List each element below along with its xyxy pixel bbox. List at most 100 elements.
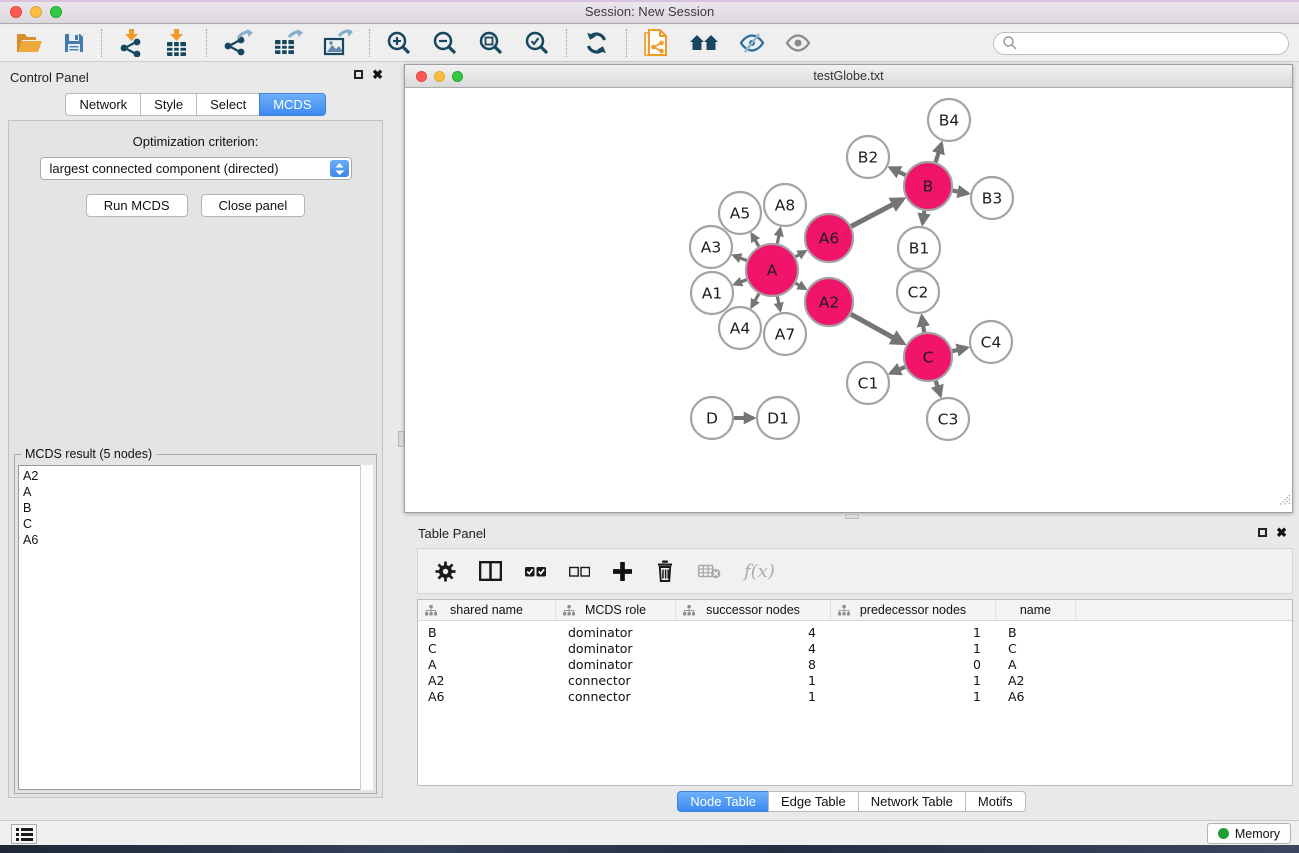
graph-edge-A-A4[interactable] <box>752 294 759 307</box>
table-options-gear-icon[interactable] <box>435 561 456 582</box>
graph-node-B2[interactable]: B2 <box>847 136 889 178</box>
network-canvas[interactable]: A5A8 A3A1A4A7 AA6 A2 B B1 B2 B3B4 C C1 C2 C3C4 D D1 <box>405 88 1292 512</box>
open-session-file-icon[interactable] <box>643 28 669 58</box>
float-table-panel-icon[interactable] <box>1258 528 1267 537</box>
graph-edge-B-B4[interactable] <box>936 144 942 162</box>
criterion-dropdown[interactable]: largest connected component (directed) <box>40 157 352 180</box>
table-row[interactable]: Cdominator41C <box>418 640 1292 656</box>
column-header-name[interactable]: name <box>996 600 1076 620</box>
graph-node-A4[interactable]: A4 <box>719 307 761 349</box>
memory-button[interactable]: Memory <box>1207 823 1291 844</box>
tab-network[interactable]: Network <box>65 93 141 116</box>
task-history-button[interactable] <box>11 824 37 844</box>
graph-node-B4[interactable]: B4 <box>928 99 970 141</box>
graph-node-A5[interactable]: A5 <box>719 192 761 234</box>
vertical-splitter-handle[interactable] <box>398 431 404 447</box>
graph-edge-C-C3[interactable] <box>936 381 941 396</box>
graph-node-D[interactable]: D <box>691 397 733 439</box>
export-table-icon[interactable] <box>273 29 303 57</box>
refresh-icon[interactable] <box>583 30 610 56</box>
graph-node-A8[interactable]: A8 <box>764 184 806 226</box>
mcds-result-item[interactable]: A <box>23 484 372 500</box>
table-row[interactable]: A6connector11A6 <box>418 688 1292 704</box>
tab-motifs[interactable]: Motifs <box>965 791 1026 812</box>
graph-edge-A2-C[interactable] <box>851 314 903 343</box>
graph-node-B1[interactable]: B1 <box>898 227 940 269</box>
graph-edge-C-C1[interactable] <box>891 367 905 373</box>
export-network-icon[interactable] <box>223 29 253 57</box>
mcds-result-item[interactable]: B <box>23 500 372 516</box>
unselect-all-columns-icon[interactable] <box>569 566 590 577</box>
delete-column-trash-icon[interactable] <box>655 560 675 582</box>
tab-style[interactable]: Style <box>140 93 197 116</box>
zoom-in-icon[interactable] <box>386 30 412 56</box>
graph-node-A[interactable]: A <box>746 244 798 296</box>
graph-node-A6[interactable]: A6 <box>805 214 853 262</box>
zoom-out-icon[interactable] <box>432 30 458 56</box>
tab-node-table[interactable]: Node Table <box>677 791 769 812</box>
graph-edge-A-A5[interactable] <box>752 234 759 246</box>
graph-node-A2[interactable]: A2 <box>805 278 853 326</box>
float-panel-icon[interactable] <box>354 70 363 79</box>
graph-node-D1[interactable]: D1 <box>757 397 799 439</box>
graph-node-C2[interactable]: C2 <box>897 271 939 313</box>
tab-network-table[interactable]: Network Table <box>858 791 966 812</box>
select-all-columns-icon[interactable] <box>525 566 546 577</box>
create-column-plus-icon[interactable] <box>613 562 632 581</box>
graph-edge-A-A2[interactable] <box>796 283 806 289</box>
graph-edge-B-B1[interactable] <box>923 211 925 224</box>
function-builder-icon[interactable]: f(x) <box>744 561 775 582</box>
zoom-fit-icon[interactable] <box>478 30 504 56</box>
graph-edge-A-A7[interactable] <box>777 296 780 310</box>
run-mcds-button[interactable]: Run MCDS <box>86 194 188 217</box>
graph-edge-A-A3[interactable] <box>734 255 747 260</box>
table-row[interactable]: A2connector11A2 <box>418 672 1292 688</box>
tab-select[interactable]: Select <box>196 93 260 116</box>
graph-edge-C-C2[interactable] <box>922 317 924 333</box>
window-resize-grip[interactable] <box>1277 492 1291 511</box>
search-input[interactable] <box>1018 36 1280 50</box>
graph-node-A7[interactable]: A7 <box>764 313 806 355</box>
tab-edge-table[interactable]: Edge Table <box>768 791 859 812</box>
column-header-mcds-role[interactable]: MCDS role <box>556 600 676 620</box>
show-panel-eye-icon[interactable] <box>785 31 811 55</box>
horizontal-splitter-handle[interactable] <box>845 514 859 519</box>
graph-node-C[interactable]: C <box>904 333 952 381</box>
close-panel-button[interactable]: Close panel <box>201 194 306 217</box>
table-row[interactable]: Bdominator41B <box>418 624 1292 640</box>
graph-edge-A-A6[interactable] <box>796 251 806 257</box>
column-header-successor-nodes[interactable]: successor nodes <box>676 600 831 620</box>
close-panel-icon[interactable]: ✖ <box>372 69 383 80</box>
export-image-icon[interactable] <box>323 29 353 57</box>
graph-edge-B-B2[interactable] <box>890 168 905 175</box>
result-scrollbar[interactable] <box>360 465 373 790</box>
mcds-result-item[interactable]: C <box>23 516 372 532</box>
graph-edge-A-A1[interactable] <box>734 280 746 285</box>
graph-edge-A6-B[interactable] <box>851 199 903 226</box>
import-network-icon[interactable] <box>118 29 144 57</box>
home-networks-icon[interactable] <box>689 32 719 54</box>
save-session-icon[interactable] <box>63 32 85 54</box>
tab-mcds[interactable]: MCDS <box>259 93 325 116</box>
search-box[interactable] <box>993 32 1289 55</box>
zoom-selected-icon[interactable] <box>524 30 550 56</box>
mcds-result-item[interactable]: A2 <box>23 468 372 484</box>
graph-node-C1[interactable]: C1 <box>847 362 889 404</box>
graph-node-B[interactable]: B <box>904 162 952 210</box>
column-header-shared-name[interactable]: shared name <box>418 600 556 620</box>
graph-edge-A-A8[interactable] <box>777 229 780 244</box>
graph-node-C4[interactable]: C4 <box>970 321 1012 363</box>
mcds-result-item[interactable]: A6 <box>23 532 372 548</box>
show-column-icon[interactable] <box>479 561 502 581</box>
hide-panel-eye-icon[interactable] <box>739 31 765 55</box>
column-header-predecessor-nodes[interactable]: predecessor nodes <box>831 600 996 620</box>
import-table-icon[interactable] <box>164 29 190 57</box>
graph-node-A3[interactable]: A3 <box>690 226 732 268</box>
open-session-icon[interactable] <box>16 32 43 55</box>
graph-edge-C-C4[interactable] <box>952 348 966 351</box>
graph-node-A1[interactable]: A1 <box>691 272 733 314</box>
graph-node-C3[interactable]: C3 <box>927 398 969 440</box>
graph-node-B3[interactable]: B3 <box>971 177 1013 219</box>
graph-edge-B-B3[interactable] <box>953 191 968 194</box>
table-row[interactable]: Adominator80A <box>418 656 1292 672</box>
